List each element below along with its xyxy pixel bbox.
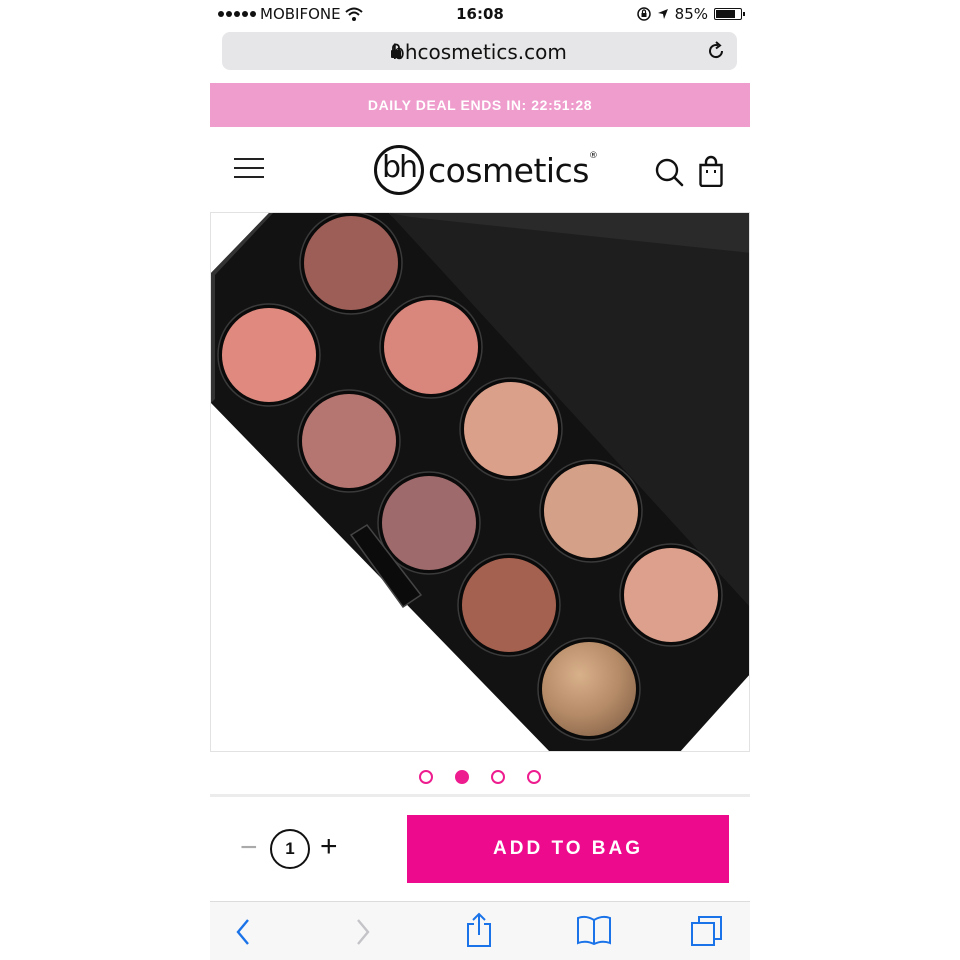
product-image[interactable] — [210, 212, 750, 752]
quantity-value[interactable]: 1 — [270, 829, 310, 869]
eyeshadow-pan — [382, 476, 476, 570]
address-bar[interactable]: bhcosmetics.com — [222, 32, 737, 70]
bookmarks-icon[interactable] — [576, 914, 612, 946]
quantity-decrease-button[interactable]: − — [240, 833, 258, 863]
quantity-increase-button[interactable]: + — [320, 832, 338, 862]
logo-word: cosmetics® — [428, 150, 598, 190]
battery-fill — [716, 10, 735, 18]
tabs-icon[interactable] — [690, 914, 724, 948]
eyeshadow-palette-image — [211, 213, 749, 751]
status-bar: MOBIFONE 16:08 85% — [210, 0, 750, 28]
forward-icon[interactable] — [350, 916, 374, 948]
add-to-bag-button[interactable]: ADD TO BAG — [407, 815, 729, 883]
logo[interactable]: bh cosmetics® — [374, 140, 598, 200]
site-header: bh cosmetics® — [210, 128, 750, 210]
eyeshadow-pan — [544, 464, 638, 558]
logo-mark: bh — [374, 145, 424, 195]
eyeshadow-pan — [222, 308, 316, 402]
carousel-dots — [210, 770, 750, 784]
shopping-bag-icon[interactable] — [698, 155, 724, 187]
browser-toolbar — [210, 901, 750, 960]
daily-deal-banner[interactable]: DAILY DEAL ENDS IN: 22:51:28 — [210, 83, 750, 127]
eyeshadow-pan — [464, 382, 558, 476]
carousel-dot[interactable] — [455, 770, 469, 784]
battery-icon — [714, 8, 745, 20]
url-text[interactable]: bhcosmetics.com — [222, 40, 737, 64]
carousel-dot[interactable] — [527, 770, 541, 784]
share-icon[interactable] — [464, 912, 494, 948]
carousel-dot[interactable] — [419, 770, 433, 784]
carousel-dot[interactable] — [491, 770, 505, 784]
orientation-lock-icon — [636, 7, 651, 21]
menu-icon[interactable] — [234, 158, 264, 178]
status-right: 85% — [636, 5, 745, 23]
divider — [210, 794, 750, 797]
location-icon — [657, 9, 668, 19]
back-icon[interactable] — [232, 916, 256, 948]
eyeshadow-pan — [542, 642, 636, 736]
logo-registered: ® — [588, 150, 598, 161]
reload-icon[interactable] — [705, 40, 727, 62]
eyeshadow-pan — [384, 300, 478, 394]
logo-word-text: cosmetics — [428, 150, 589, 190]
eyeshadow-pan — [624, 548, 718, 642]
eyeshadow-pan — [304, 216, 398, 310]
eyeshadow-pan — [462, 558, 556, 652]
eyeshadow-pan — [302, 394, 396, 488]
phone-screen: MOBIFONE 16:08 85% bhcosmetics.com DAILY… — [210, 0, 750, 960]
search-icon[interactable] — [655, 158, 685, 188]
battery-percent: 85% — [674, 5, 708, 23]
